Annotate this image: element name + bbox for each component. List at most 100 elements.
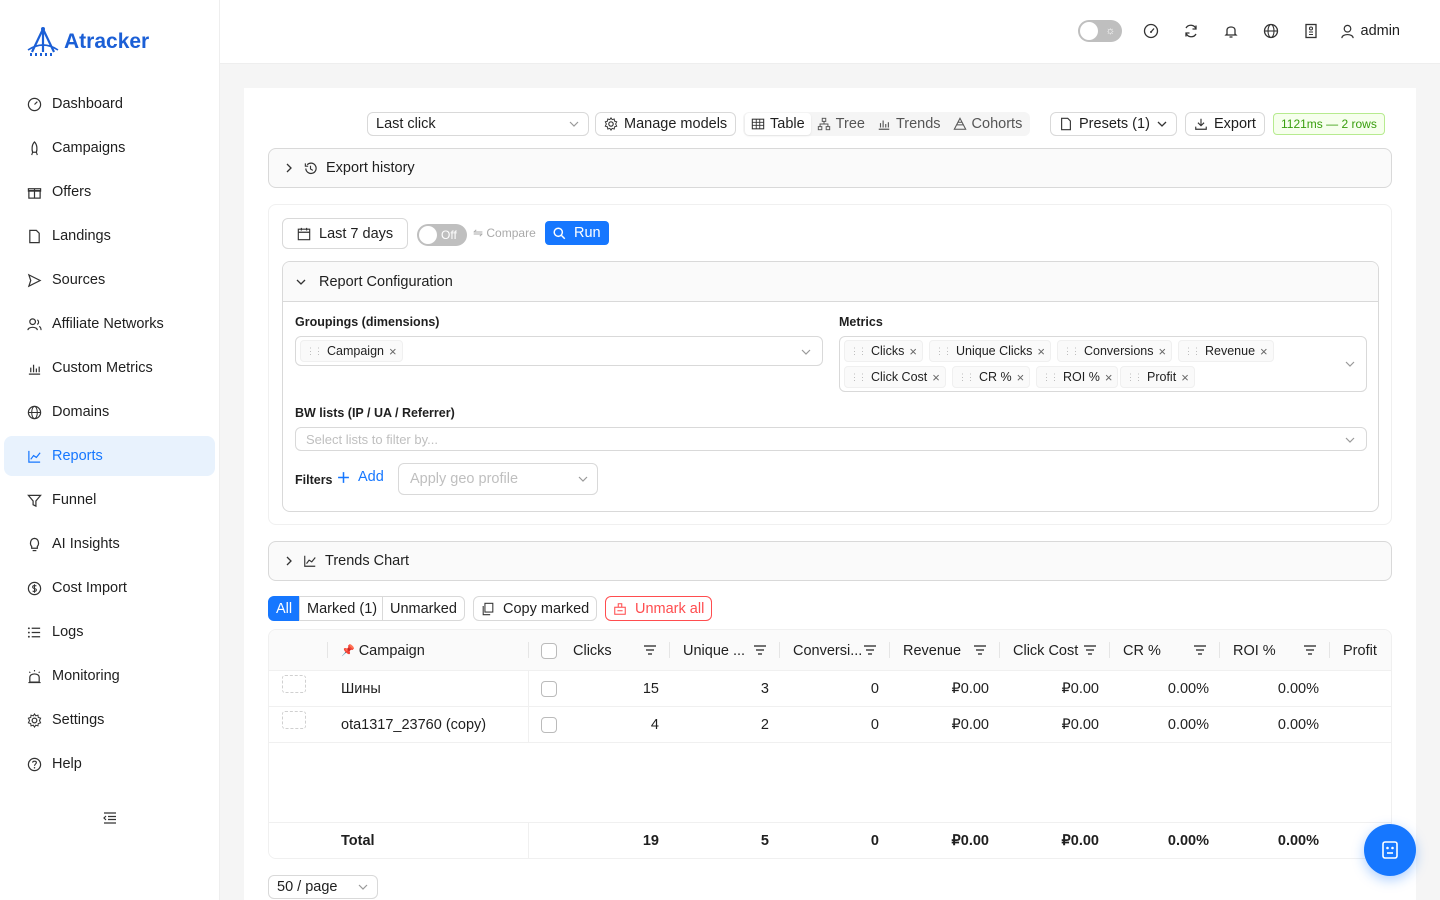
bell-icon[interactable] [1220, 20, 1242, 42]
theme-toggle[interactable]: ☼ [1077, 20, 1122, 42]
cell-revenue: ₽0.00 [951, 681, 989, 697]
chevron-right-icon [283, 555, 295, 567]
drag-handle-icon[interactable]: ⋮⋮ [306, 346, 323, 357]
column-header-conversions[interactable]: Conversi... [793, 630, 862, 671]
collapse-sidebar-icon[interactable] [102, 810, 118, 826]
sidebar-item-sources[interactable]: Sources [4, 260, 215, 300]
close-icon[interactable]: × [1158, 344, 1166, 359]
column-header-unique-clicks[interactable]: Unique ... [683, 630, 745, 671]
run-button[interactable]: Run [545, 221, 609, 245]
speed-icon[interactable] [1140, 20, 1162, 42]
refresh-icon[interactable] [1180, 20, 1202, 42]
sidebar-item-monitoring[interactable]: Monitoring [4, 656, 215, 696]
sidebar-item-funnel[interactable]: Funnel [4, 480, 215, 520]
manage-models-button[interactable]: Manage models [595, 112, 737, 136]
close-icon[interactable]: × [1260, 344, 1268, 359]
compare-link[interactable]: ⇋ Compare [473, 226, 536, 240]
filter-icon[interactable] [973, 643, 987, 657]
export-button[interactable]: Export [1185, 112, 1265, 136]
contacts-book-icon[interactable] [1300, 20, 1322, 42]
bw-lists-placeholder: Select lists to filter by... [306, 431, 438, 447]
tab-marked[interactable]: Marked (1) [299, 596, 386, 621]
filter-icon[interactable] [1083, 643, 1097, 657]
filter-icon[interactable] [643, 643, 657, 657]
sidebar-item-dashboard[interactable]: Dashboard [4, 84, 215, 124]
trends-chart-panel[interactable]: Trends Chart [268, 541, 1392, 581]
date-range-picker[interactable]: Last 7 days [282, 218, 409, 249]
sidebar-item-settings[interactable]: Settings [4, 700, 215, 740]
sidebar-item-affiliate-networks[interactable]: Affiliate Networks [4, 304, 215, 344]
sidebar-item-custom-metrics[interactable]: Custom Metrics [4, 348, 215, 388]
report-configuration-header[interactable]: Report Configuration [283, 262, 1378, 302]
drag-handle-icon[interactable]: ⋮⋮ [958, 372, 975, 383]
export-history-panel[interactable]: Export history [268, 148, 1392, 188]
sidebar-item-reports[interactable]: Reports [4, 436, 215, 476]
geo-profile-select[interactable]: Apply geo profile [398, 463, 598, 495]
column-header-cr[interactable]: CR % [1123, 630, 1161, 671]
column-header-revenue[interactable]: Revenue [903, 630, 961, 671]
groupings-select[interactable]: ⋮⋮ Campaign × [295, 336, 823, 366]
filter-icon[interactable] [863, 643, 877, 657]
tab-unmarked[interactable]: Unmarked [382, 596, 465, 621]
filter-icon[interactable] [753, 643, 767, 657]
close-icon[interactable]: × [389, 344, 397, 359]
cell-campaign[interactable]: Шины [341, 671, 381, 707]
drag-handle-icon[interactable]: ⋮⋮ [1042, 372, 1059, 383]
copy-marked-button[interactable]: Copy marked [473, 596, 598, 621]
tab-all[interactable]: All [268, 596, 301, 621]
column-header-campaign[interactable]: 📌 Campaign [341, 630, 521, 671]
column-header-clicks[interactable]: Clicks [573, 630, 612, 671]
unmark-all-button[interactable]: Unmark all [605, 596, 713, 621]
view-cohorts-option[interactable]: Cohorts [947, 113, 1029, 135]
close-icon[interactable]: × [1017, 370, 1025, 385]
page-size-select[interactable]: 50 / page [268, 875, 378, 899]
assistant-fab-button[interactable] [1364, 824, 1416, 876]
drag-handle-icon[interactable]: ⋮⋮ [850, 372, 867, 383]
drag-handle-icon[interactable]: ⋮⋮ [850, 346, 867, 357]
bw-lists-select[interactable]: Select lists to filter by... [295, 427, 1367, 451]
filter-icon[interactable] [1193, 643, 1207, 657]
sidebar-item-logs[interactable]: Logs [4, 612, 215, 652]
drag-handle-icon[interactable]: ⋮⋮ [1126, 372, 1143, 383]
drag-handle-icon[interactable]: ⋮⋮ [1184, 346, 1201, 357]
column-header-profit[interactable]: Profit [1343, 630, 1377, 671]
chevron-right-icon [283, 162, 295, 174]
close-icon[interactable]: × [909, 344, 917, 359]
attribution-model-select[interactable]: Last click [367, 112, 589, 136]
sidebar-item-ai-insights[interactable]: AI Insights [4, 524, 215, 564]
select-all-checkbox[interactable] [541, 630, 561, 671]
row-mark-toggle[interactable] [282, 675, 306, 693]
row-mark-toggle[interactable] [282, 711, 306, 729]
drag-handle-icon[interactable]: ⋮⋮ [1063, 346, 1080, 357]
app-logo[interactable]: Atracker [26, 26, 149, 58]
sidebar-item-cost-import[interactable]: Cost Import [4, 568, 215, 608]
close-icon[interactable]: × [1037, 344, 1045, 359]
row-checkbox[interactable] [541, 671, 557, 707]
sidebar-item-help[interactable]: Help [4, 744, 215, 784]
add-filter-button[interactable]: Add [337, 469, 384, 485]
metric-tag-label: Click Cost [871, 370, 928, 384]
row-checkbox[interactable] [541, 707, 557, 743]
filter-icon[interactable] [1303, 643, 1317, 657]
view-tree-option[interactable]: Tree [811, 113, 871, 135]
drag-handle-icon[interactable]: ⋮⋮ [935, 346, 952, 357]
column-header-roi[interactable]: ROI % [1233, 630, 1276, 671]
close-icon[interactable]: × [932, 370, 940, 385]
view-trends-option[interactable]: Trends [871, 113, 947, 135]
column-header-click-cost[interactable]: Click Cost [1013, 630, 1078, 671]
sidebar-item-offers[interactable]: Offers [4, 172, 215, 212]
close-icon[interactable]: × [1105, 370, 1113, 385]
compare-toggle[interactable]: Off [417, 224, 467, 246]
globe-icon[interactable] [1260, 20, 1282, 42]
sidebar-item-campaigns[interactable]: Campaigns [4, 128, 215, 168]
date-range-label: Last 7 days [319, 225, 394, 242]
column-header-label: Profit [1343, 642, 1377, 659]
user-menu[interactable]: admin [1340, 23, 1400, 39]
cell-campaign[interactable]: ota1317_23760 (copy) [341, 707, 486, 743]
presets-button[interactable]: Presets (1) [1050, 112, 1177, 136]
metrics-select[interactable]: ⋮⋮ Clicks × ⋮⋮ Unique Clicks × ⋮⋮ Conversions… [839, 336, 1367, 392]
sidebar-item-domains[interactable]: Domains [4, 392, 215, 432]
view-table-option[interactable]: Table [745, 113, 811, 135]
close-icon[interactable]: × [1181, 370, 1189, 385]
sidebar-item-landings[interactable]: Landings [4, 216, 215, 256]
